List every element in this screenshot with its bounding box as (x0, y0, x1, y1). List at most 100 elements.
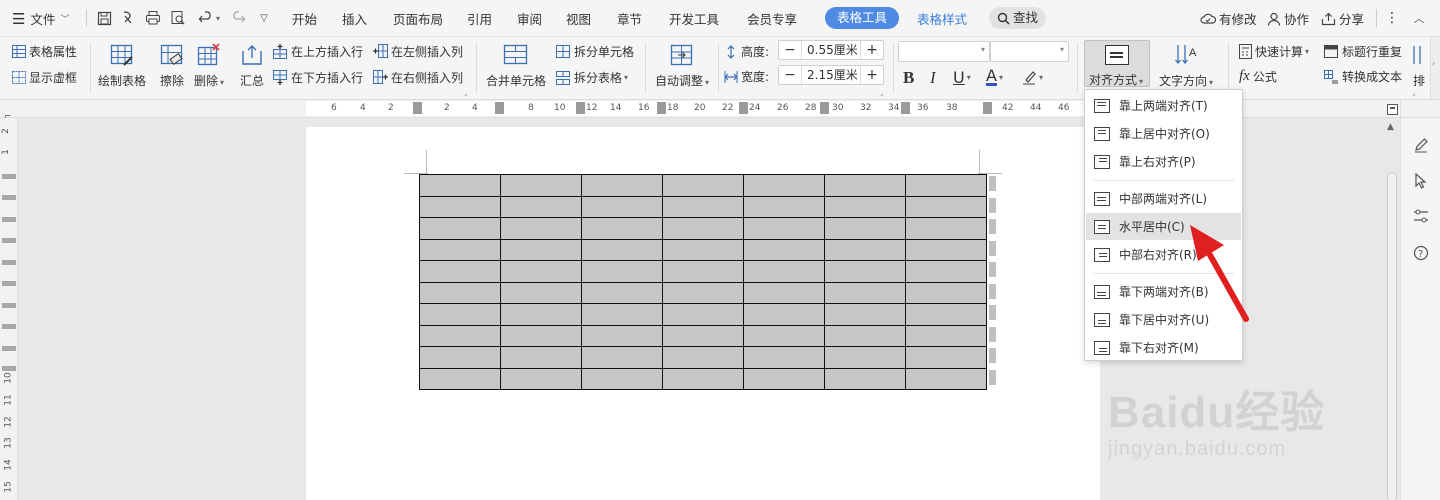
redo-icon[interactable] (229, 9, 247, 27)
ruler-cell-marker[interactable] (657, 102, 666, 114)
table-cell[interactable] (824, 260, 906, 283)
table-cell[interactable] (581, 303, 663, 326)
height-increase-button[interactable]: + (861, 41, 883, 59)
table-cell[interactable] (419, 281, 501, 304)
menu-item-top-right[interactable]: 靠上右对齐(P) (1086, 148, 1241, 175)
tab-table-style[interactable]: 表格样式 (917, 0, 967, 37)
table-cell[interactable] (743, 174, 825, 197)
collaborate-button[interactable]: 协作 (1267, 0, 1309, 37)
table-cell[interactable] (662, 217, 744, 240)
table-cell[interactable] (905, 260, 987, 283)
delete-button[interactable]: 删除 ▾ (194, 41, 224, 89)
table-cell[interactable] (824, 281, 906, 304)
table-cell[interactable] (824, 303, 906, 326)
text-direction-button[interactable]: A 文字方向 ▾ (1159, 41, 1213, 89)
insert-col-left-button[interactable]: 在左侧插入列 (373, 43, 463, 60)
settings-sliders-icon[interactable] (1411, 206, 1431, 226)
table-cell[interactable] (905, 324, 987, 347)
insert-row-above-button[interactable]: 在上方插入行 (273, 43, 363, 60)
print-preview-icon[interactable] (169, 9, 187, 27)
repeat-header-button[interactable]: 标题行重复 (1324, 43, 1402, 60)
width-stepper[interactable]: − 2.15厘米 + (778, 65, 884, 85)
table-cell[interactable] (419, 217, 501, 240)
bold-button[interactable]: B (903, 68, 914, 88)
table-row[interactable] (419, 346, 987, 369)
table-row[interactable] (419, 260, 987, 283)
table-row[interactable] (419, 217, 987, 240)
quick-calc-button[interactable]: 快速计算 ▾ (1239, 43, 1309, 60)
ribbon-scroll[interactable]: › (1430, 37, 1440, 99)
table-cell[interactable] (743, 195, 825, 218)
table-row[interactable] (419, 303, 987, 326)
table-cell[interactable] (581, 217, 663, 240)
tab-review[interactable]: 审阅 (517, 0, 542, 37)
collapse-ribbon-icon[interactable]: ︿ (1410, 9, 1428, 27)
height-value[interactable]: 0.55厘米 (801, 41, 861, 59)
search-button[interactable]: 查找 (989, 7, 1047, 29)
table-cell[interactable] (581, 260, 663, 283)
table-cell[interactable] (905, 346, 987, 369)
width-decrease-button[interactable]: − (779, 66, 801, 84)
print-icon[interactable] (144, 9, 162, 27)
more-options-icon[interactable]: ⋮ (1383, 9, 1401, 27)
table-cell[interactable] (824, 174, 906, 197)
table-cell[interactable] (419, 174, 501, 197)
tab-table-tools[interactable]: 表格工具 (825, 7, 900, 29)
vertical-scrollbar[interactable] (1387, 172, 1397, 500)
table-cell[interactable] (662, 367, 744, 390)
split-table-button[interactable]: 拆分表格 ▾ (556, 69, 628, 86)
table-cell[interactable] (905, 303, 987, 326)
table-row[interactable] (419, 324, 987, 347)
font-name-select[interactable]: ▾ (898, 41, 990, 62)
insert-col-right-button[interactable]: 在右侧插入列 (373, 69, 463, 86)
tab-references[interactable]: 引用 (467, 0, 492, 37)
tab-insert[interactable]: 插入 (342, 0, 367, 37)
ruler-cell-marker[interactable] (983, 102, 992, 114)
save-icon[interactable] (95, 9, 113, 27)
table-cell[interactable] (905, 195, 987, 218)
menu-item-top-center[interactable]: 靠上居中对齐(O) (1086, 120, 1241, 147)
table-cell[interactable] (662, 260, 744, 283)
table-cell[interactable] (905, 281, 987, 304)
tab-chapter[interactable]: 章节 (617, 0, 642, 37)
table-cell[interactable] (581, 281, 663, 304)
table-cell[interactable] (662, 281, 744, 304)
undo-icon[interactable]: ▾ (196, 9, 222, 27)
table-cell[interactable] (824, 324, 906, 347)
table-cell[interactable] (905, 217, 987, 240)
table-cell[interactable] (905, 174, 987, 197)
font-color-button[interactable]: A ▾ (986, 68, 1003, 86)
table-cell[interactable] (662, 238, 744, 261)
table-cell[interactable] (905, 367, 987, 390)
table-cell[interactable] (662, 303, 744, 326)
table-cell[interactable] (500, 238, 582, 261)
tab-page-layout[interactable]: 页面布局 (393, 0, 443, 37)
table-row[interactable] (419, 174, 987, 197)
height-decrease-button[interactable]: − (779, 41, 801, 59)
table-cell[interactable] (500, 260, 582, 283)
split-cells-button[interactable]: 拆分单元格 (556, 43, 634, 60)
table-cell[interactable] (419, 195, 501, 218)
table-row[interactable] (419, 281, 987, 304)
table-cell[interactable] (743, 260, 825, 283)
share-button[interactable]: 分享 (1321, 0, 1364, 37)
table-cell[interactable] (581, 195, 663, 218)
table-row[interactable] (419, 367, 987, 390)
table-cell[interactable] (500, 217, 582, 240)
underline-button[interactable]: U ▾ (953, 68, 971, 87)
table-cell[interactable] (743, 217, 825, 240)
modified-button[interactable]: 有修改 (1200, 0, 1257, 37)
table-cell[interactable] (905, 238, 987, 261)
table-cell[interactable] (743, 238, 825, 261)
table-cell[interactable] (419, 260, 501, 283)
scroll-up-icon[interactable]: ▲ (1387, 122, 1394, 132)
menu-item-middle-justify[interactable]: 中部两端对齐(L) (1086, 185, 1241, 212)
table-cell[interactable] (824, 367, 906, 390)
help-icon[interactable]: ? (1411, 243, 1431, 263)
italic-button[interactable]: I (930, 68, 936, 88)
erase-button[interactable]: 擦除 (158, 41, 186, 89)
customize-toolbar-icon[interactable]: ▽ (255, 9, 273, 27)
insert-row-below-button[interactable]: 在下方插入行 (273, 69, 363, 86)
table-properties-button[interactable]: 表格属性 (12, 43, 77, 60)
table-cell[interactable] (500, 195, 582, 218)
